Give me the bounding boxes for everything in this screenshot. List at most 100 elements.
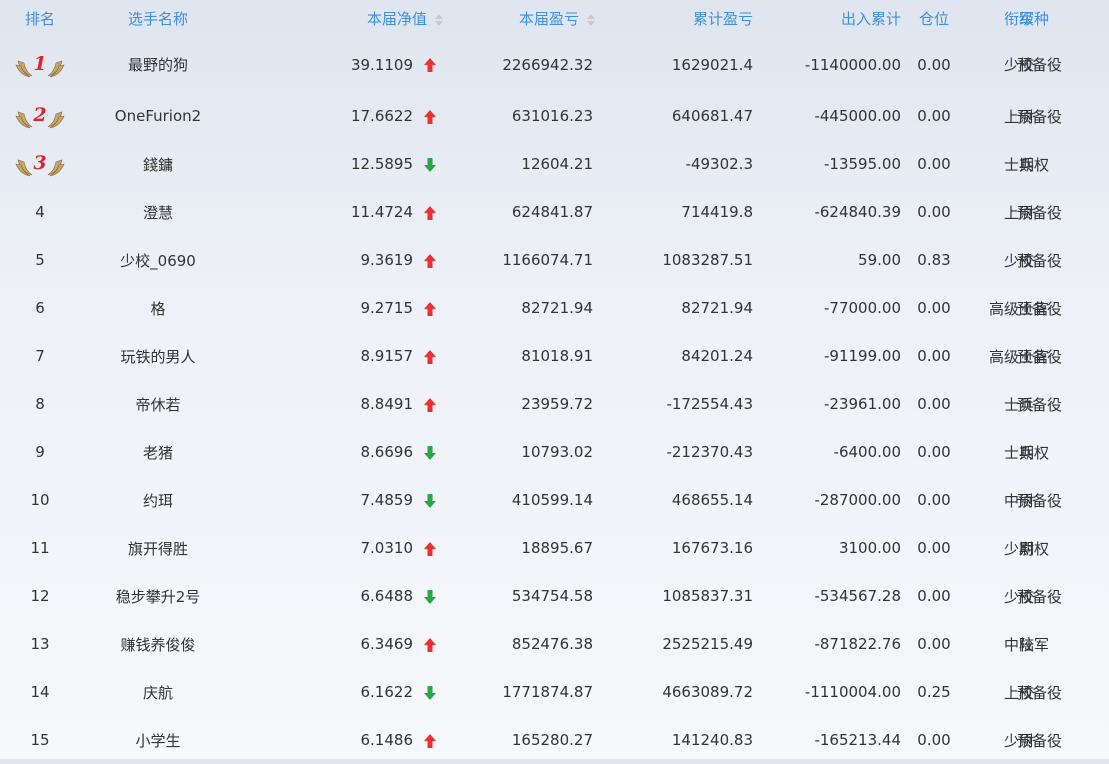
medal-icon: 3 xyxy=(15,152,65,177)
rank-number: 13 xyxy=(30,635,50,653)
cum-cell: 640681.47 xyxy=(671,107,753,125)
player-name[interactable]: 少校_0690 xyxy=(80,236,236,284)
type-cell: 预备役 xyxy=(1017,668,1109,716)
table-row[interactable]: 14 庆航 6.1622 1771874.87 4663089.72 -1110… xyxy=(0,668,1109,716)
player-name[interactable]: 小学生 xyxy=(80,716,236,764)
table-row[interactable]: 6 格 9.2715 82721.94 82721.94 -77000.00 0… xyxy=(0,284,1109,332)
down-arrow-icon xyxy=(424,685,436,700)
nav-cell: 9.2715 xyxy=(236,284,457,332)
header-pnl[interactable]: 本届盈亏 xyxy=(457,0,609,37)
player-name[interactable]: 约珥 xyxy=(80,476,236,524)
nav-cell: 17.6622 xyxy=(236,92,457,140)
rank-cell: 10 xyxy=(0,476,80,524)
position-cell: 0.00 xyxy=(917,443,951,461)
player-name[interactable]: OneFurion2 xyxy=(80,92,236,140)
type-cell: 预备役 xyxy=(1017,236,1109,284)
table-row[interactable]: 7 玩铁的男人 8.9157 81018.91 84201.24 -91199.… xyxy=(0,332,1109,380)
nav-cell: 7.4859 xyxy=(236,476,457,524)
type-value: 预备役 xyxy=(1017,587,1063,606)
table-row[interactable]: 3 3 錢鏞 12.5895 12604.21 -49302.3 -13595.… xyxy=(0,140,1109,188)
up-arrow-icon xyxy=(424,349,436,364)
table-header-row: 排名 选手名称 本届净值 本届盈亏 累计盈亏 出入累计 仓位 衔级 军种 xyxy=(0,0,1109,37)
medal-icon: 1 xyxy=(15,53,65,77)
table-row[interactable]: 12 稳步攀升2号 6.6488 534754.58 1085837.31 -5… xyxy=(0,572,1109,620)
player-name[interactable]: 玩铁的男人 xyxy=(80,332,236,380)
nav-value: 9.3619 xyxy=(360,251,414,269)
rank-number: 15 xyxy=(30,731,50,749)
player-name[interactable]: 老猪 xyxy=(80,428,236,476)
table-row[interactable]: 9 老猪 8.6696 10793.02 -212370.43 -6400.00… xyxy=(0,428,1109,476)
player-name[interactable]: 澄慧 xyxy=(80,188,236,236)
type-value: 陆军 xyxy=(1018,635,1049,654)
player-name[interactable]: 稳步攀升2号 xyxy=(80,572,236,620)
table-row[interactable]: 8 帝休若 8.8491 23959.72 -172554.43 -23961.… xyxy=(0,380,1109,428)
pnl-cell: 12604.21 xyxy=(521,155,593,173)
rank-number: 8 xyxy=(35,395,45,413)
table-row[interactable]: 5 少校_0690 9.3619 1166074.71 1083287.51 5… xyxy=(0,236,1109,284)
player-name[interactable]: 格 xyxy=(80,284,236,332)
pnl-cell: 10793.02 xyxy=(521,443,593,461)
header-cum: 累计盈亏 xyxy=(692,10,753,28)
up-arrow-icon xyxy=(424,397,436,412)
down-arrow-icon xyxy=(424,157,436,172)
nav-value: 17.6622 xyxy=(350,107,413,125)
nav-cell: 6.1486 xyxy=(236,716,457,764)
ranking-table: 排名 选手名称 本届净值 本届盈亏 累计盈亏 出入累计 仓位 衔级 军种 1 1… xyxy=(0,0,1109,764)
type-value: 预备役 xyxy=(1017,251,1063,270)
type-value: 预备役 xyxy=(1017,731,1063,750)
pnl-cell: 852476.38 xyxy=(511,635,593,653)
header-name: 选手名称 xyxy=(127,10,188,28)
table-row[interactable]: 10 约珥 7.4859 410599.14 468655.14 -287000… xyxy=(0,476,1109,524)
sort-icon[interactable] xyxy=(435,13,443,26)
player-name[interactable]: 最野的狗 xyxy=(80,37,236,92)
up-arrow-icon xyxy=(424,301,436,316)
type-value: 预备役 xyxy=(1017,395,1063,414)
type-cell: 预备役 xyxy=(1017,572,1109,620)
player-name[interactable]: 旗开得胜 xyxy=(80,524,236,572)
type-cell: 预备役 xyxy=(1017,284,1109,332)
up-arrow-icon xyxy=(424,253,436,268)
nav-cell: 39.1109 xyxy=(236,37,457,92)
medal-rank-text: 1 xyxy=(33,53,46,75)
pnl-cell: 410599.14 xyxy=(511,491,593,509)
type-cell: 预备役 xyxy=(1017,332,1109,380)
flow-cell: -23961.00 xyxy=(824,395,901,413)
rank-cell: 15 xyxy=(0,716,80,764)
nav-value: 7.0310 xyxy=(360,539,414,557)
player-name[interactable]: 庆航 xyxy=(80,668,236,716)
flow-cell: -6400.00 xyxy=(833,443,901,461)
position-cell: 0.00 xyxy=(917,587,951,605)
type-value: 预备役 xyxy=(1017,56,1063,74)
type-value: 预备役 xyxy=(1017,107,1063,126)
pnl-cell: 1166074.71 xyxy=(502,251,593,269)
pnl-cell: 1771874.87 xyxy=(502,683,593,701)
rank-cell: 3 3 xyxy=(0,140,80,188)
table-row[interactable]: 4 澄慧 11.4724 624841.87 714419.8 -624840.… xyxy=(0,188,1109,236)
nav-value: 11.4724 xyxy=(350,203,413,221)
up-arrow-icon xyxy=(424,205,436,220)
flow-cell: -445000.00 xyxy=(814,107,901,125)
cum-cell: 141240.83 xyxy=(671,731,753,749)
rank-number: 10 xyxy=(30,491,50,509)
rank-cell: 2 2 xyxy=(0,92,80,140)
table-row[interactable]: 11 旗开得胜 7.0310 18895.67 167673.16 3100.0… xyxy=(0,524,1109,572)
cum-cell: -49302.3 xyxy=(685,155,753,173)
medal-icon: 2 xyxy=(15,104,65,129)
header-flow: 出入累计 xyxy=(840,10,901,28)
player-name[interactable]: 錢鏞 xyxy=(80,140,236,188)
nav-value: 6.1486 xyxy=(360,731,414,749)
sort-icon[interactable] xyxy=(587,13,595,26)
type-cell: 期权 xyxy=(1019,428,1109,476)
header-nav[interactable]: 本届净值 xyxy=(236,0,457,37)
table-row[interactable]: 15 小学生 6.1486 165280.27 141240.83 -16521… xyxy=(0,716,1109,764)
player-name[interactable]: 帝休若 xyxy=(80,380,236,428)
table-row[interactable]: 1 1 最野的狗 39.1109 2266942.32 1629021.4 -1… xyxy=(0,37,1109,92)
player-name[interactable]: 赚钱养俊俊 xyxy=(80,620,236,668)
flow-cell: -624840.39 xyxy=(814,203,901,221)
table-row[interactable]: 13 赚钱养俊俊 6.3469 852476.38 2525215.49 -87… xyxy=(0,620,1109,668)
up-arrow-icon xyxy=(424,733,436,748)
rank-cell: 6 xyxy=(0,284,80,332)
type-value: 预备役 xyxy=(1017,683,1063,702)
table-row[interactable]: 2 2 OneFurion2 17.6622 631016.23 640681.… xyxy=(0,92,1109,140)
rank-cell: 4 xyxy=(0,188,80,236)
